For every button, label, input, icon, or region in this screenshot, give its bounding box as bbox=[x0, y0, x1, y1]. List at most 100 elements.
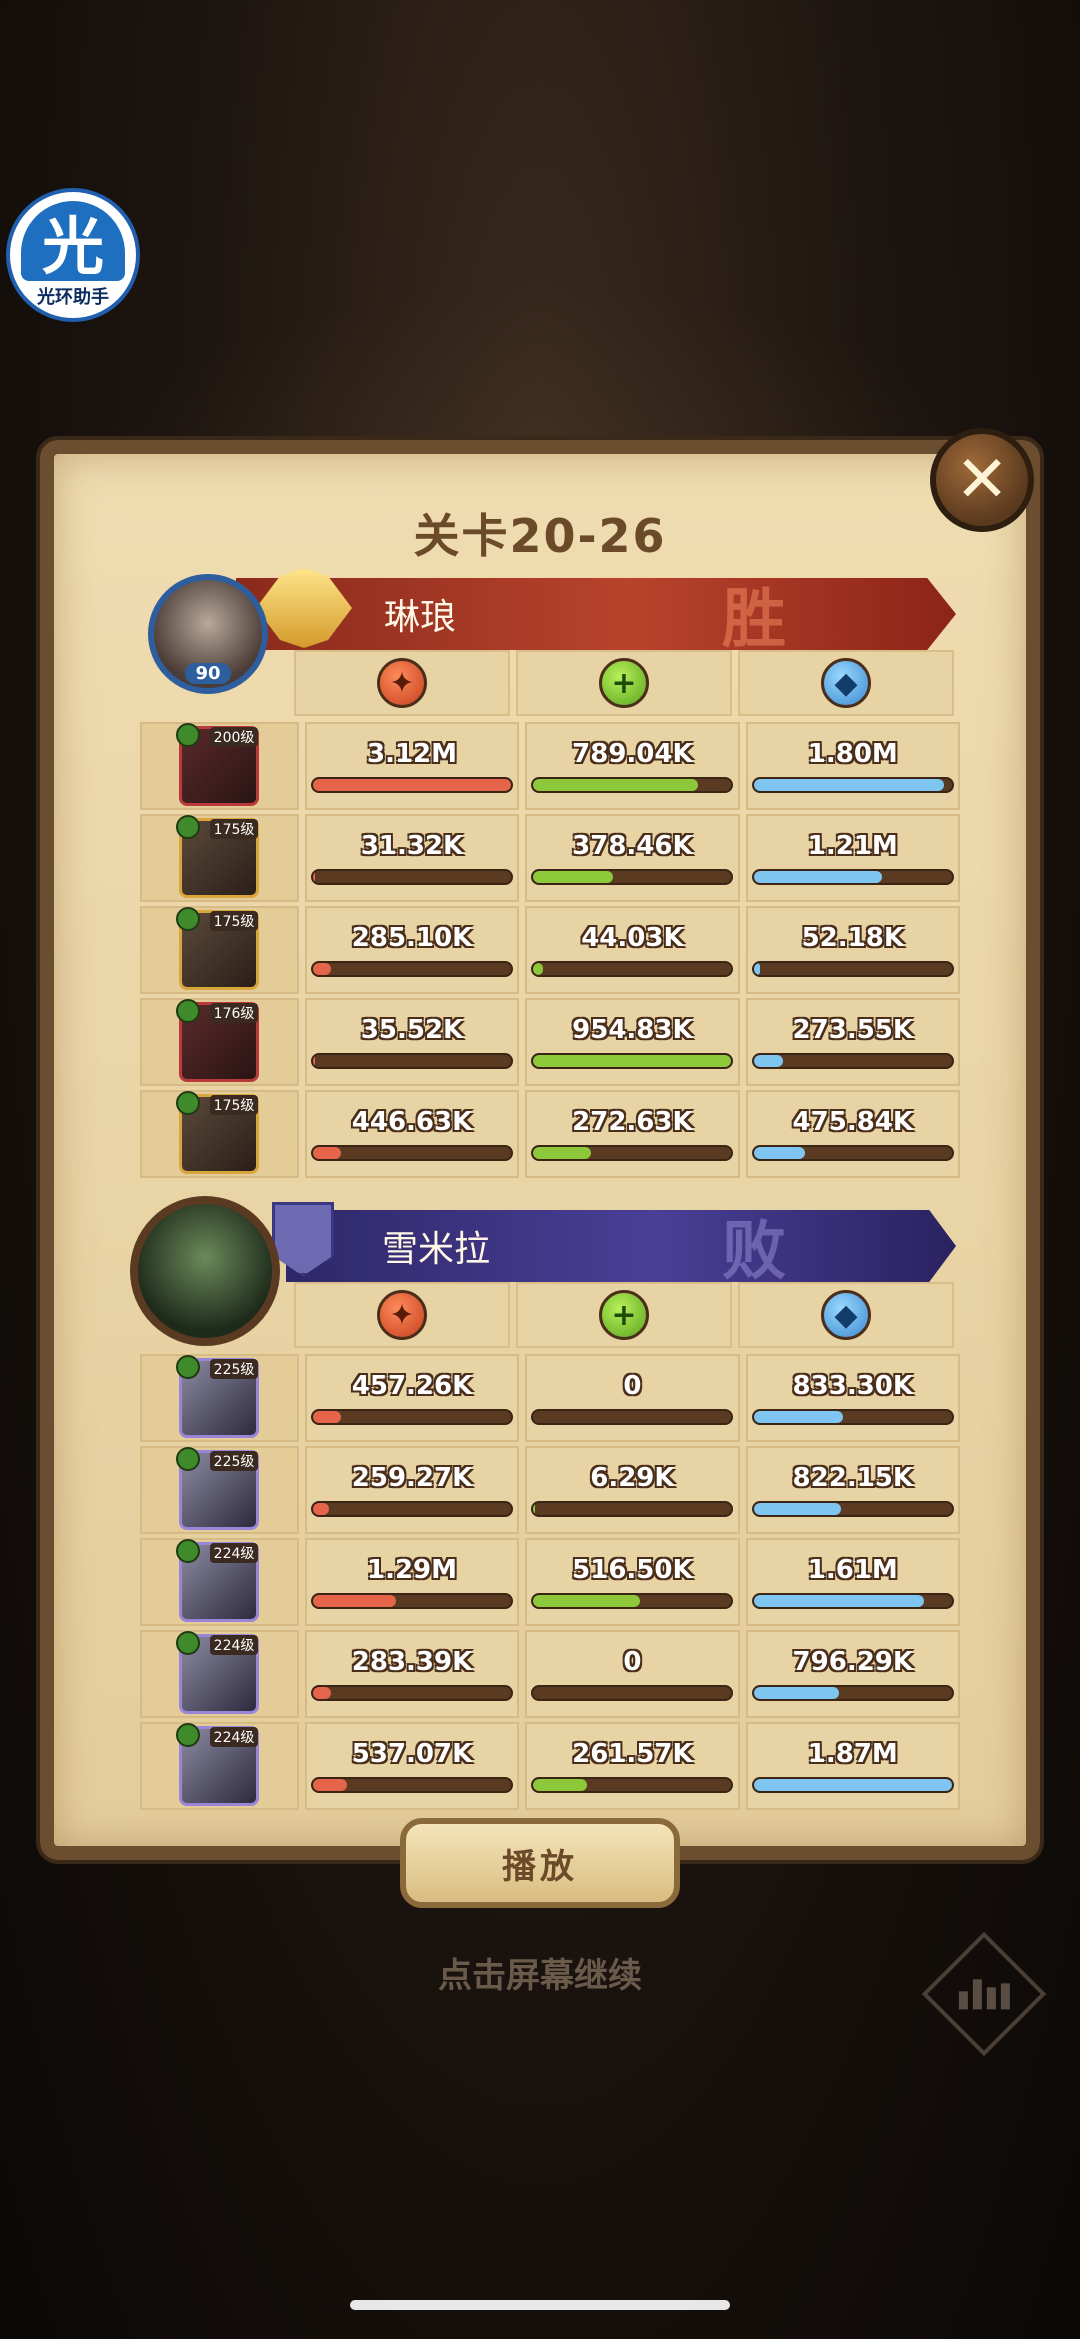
hero-row[interactable]: 200级 3.12M 789.04K 1.80M bbox=[140, 722, 960, 810]
heal-bar-fill bbox=[533, 1595, 641, 1607]
damage-value: 259.27K bbox=[351, 1463, 473, 1493]
faction-icon bbox=[176, 723, 201, 747]
damage-value: 31.32K bbox=[360, 831, 464, 861]
hero-portrait[interactable]: 224级 bbox=[176, 1539, 260, 1622]
defense-stat-cell: 273.55K bbox=[745, 998, 960, 1086]
hero-portrait[interactable]: 175级 bbox=[176, 1091, 260, 1174]
damage-value: 3.12M bbox=[366, 739, 458, 769]
close-button[interactable]: ✕ bbox=[930, 428, 1034, 532]
hero-row[interactable]: 176级 35.52K 954.83K 273.55K bbox=[140, 998, 960, 1086]
hero-portrait[interactable]: 176级 bbox=[176, 999, 260, 1082]
hero-portrait-cell: 200级 bbox=[140, 722, 299, 810]
faction-icon bbox=[176, 1091, 201, 1115]
heal-bar-fill bbox=[533, 1055, 732, 1067]
hero-row[interactable]: 225级 457.26K 0 833.30K bbox=[140, 1354, 960, 1442]
header-damage: ✦ bbox=[294, 650, 510, 716]
defense-stat-cell: 822.15K bbox=[745, 1446, 960, 1534]
defense-bar-fill bbox=[753, 1687, 839, 1699]
damage-stat-cell: 1.29M bbox=[304, 1538, 520, 1626]
heal-bar bbox=[531, 1685, 734, 1701]
damage-bar bbox=[311, 1053, 513, 1069]
heal-value: 261.57K bbox=[572, 1739, 693, 1769]
header-defense: ◆ bbox=[738, 650, 954, 716]
damage-stat-cell: 446.63K bbox=[304, 1090, 520, 1178]
damage-bar bbox=[311, 1501, 513, 1517]
heal-value: 516.50K bbox=[572, 1555, 693, 1585]
header-damage: ✦ bbox=[294, 1282, 510, 1348]
damage-bar bbox=[311, 961, 513, 977]
defense-value: 822.15K bbox=[792, 1463, 914, 1493]
header-defense: ◆ bbox=[738, 1282, 954, 1348]
hero-level: 225级 bbox=[209, 1359, 259, 1379]
heal-bar-fill bbox=[533, 871, 613, 883]
hero-portrait[interactable]: 175级 bbox=[176, 815, 260, 898]
defense-bar bbox=[751, 1501, 954, 1517]
hero-row[interactable]: 224级 537.07K 261.57K 1.87M bbox=[140, 1722, 960, 1810]
damage-bar bbox=[311, 1777, 513, 1793]
watermark-glyph: 光 bbox=[21, 201, 125, 283]
replay-button[interactable]: 播放 bbox=[400, 1818, 680, 1908]
defense-value: 1.87M bbox=[807, 1739, 898, 1769]
damage-stat-cell: 259.27K bbox=[304, 1446, 520, 1534]
damage-bar-fill bbox=[313, 963, 331, 975]
faction-icon bbox=[176, 907, 201, 931]
hero-row[interactable]: 224级 1.29M 516.50K 1.61M bbox=[140, 1538, 960, 1626]
heal-bar-fill bbox=[533, 1779, 587, 1791]
defense-value: 1.21M bbox=[807, 831, 898, 861]
defense-stat-cell: 796.29K bbox=[745, 1630, 960, 1718]
damage-value: 537.07K bbox=[351, 1739, 473, 1769]
heal-bar bbox=[531, 1777, 734, 1793]
header-heal: + bbox=[516, 1282, 732, 1348]
heal-value: 954.83K bbox=[572, 1015, 693, 1045]
watermark-label: 光环助手 bbox=[37, 287, 109, 308]
hero-row[interactable]: 175级 31.32K 378.46K 1.21M bbox=[140, 814, 960, 902]
watermark-logo: 光 光环助手 bbox=[6, 188, 140, 322]
heal-icon: + bbox=[599, 658, 649, 708]
defense-stat-cell: 1.21M bbox=[745, 814, 960, 902]
hero-portrait[interactable]: 224级 bbox=[176, 1723, 260, 1806]
loser-banner: 雪米拉 败 bbox=[286, 1210, 956, 1282]
hero-portrait[interactable]: 200级 bbox=[176, 723, 260, 806]
hero-row[interactable]: 224级 283.39K 0 796.29K bbox=[140, 1630, 960, 1718]
hero-row[interactable]: 175级 285.10K 44.03K 52.18K bbox=[140, 906, 960, 994]
heal-value: 789.04K bbox=[572, 739, 693, 769]
damage-bar-fill bbox=[313, 1779, 347, 1791]
hero-portrait[interactable]: 224级 bbox=[176, 1631, 260, 1714]
defense-value: 273.55K bbox=[792, 1015, 914, 1045]
defense-bar bbox=[751, 1777, 954, 1793]
heal-bar bbox=[531, 1593, 734, 1609]
faction-icon bbox=[176, 1355, 201, 1379]
winner-hero-list: 200级 3.12M 789.04K 1.80M 175级 31.32K 378.46K 1.… bbox=[140, 722, 960, 1182]
defense-bar bbox=[751, 1145, 954, 1161]
hero-row[interactable]: 225级 259.27K 6.29K 822.15K bbox=[140, 1446, 960, 1534]
heal-stat-cell: 0 bbox=[525, 1630, 740, 1718]
hero-row[interactable]: 175级 446.63K 272.63K 475.84K bbox=[140, 1090, 960, 1178]
damage-icon: ✦ bbox=[377, 658, 427, 708]
defense-bar-fill bbox=[753, 871, 883, 883]
damage-value: 285.10K bbox=[351, 923, 473, 953]
defense-value: 833.30K bbox=[792, 1371, 914, 1401]
hero-portrait[interactable]: 175级 bbox=[176, 907, 260, 990]
hero-portrait-cell: 224级 bbox=[140, 1722, 299, 1810]
damage-bar-fill bbox=[313, 1147, 341, 1159]
hero-portrait[interactable]: 225级 bbox=[176, 1447, 260, 1530]
loser-avatar[interactable] bbox=[130, 1196, 280, 1346]
damage-bar-fill bbox=[313, 1055, 315, 1067]
hero-portrait[interactable]: 225级 bbox=[176, 1355, 260, 1438]
home-indicator[interactable] bbox=[350, 2300, 730, 2310]
defense-stat-cell: 1.80M bbox=[745, 722, 960, 810]
damage-stat-cell: 285.10K bbox=[304, 906, 520, 994]
damage-stat-cell: 31.32K bbox=[304, 814, 520, 902]
loser-stat-header: ✦ + ◆ bbox=[294, 1282, 954, 1348]
winner-avatar[interactable]: 90 bbox=[148, 574, 268, 694]
heal-stat-cell: 789.04K bbox=[525, 722, 740, 810]
damage-bar-fill bbox=[313, 1411, 341, 1423]
heal-stat-cell: 0 bbox=[525, 1354, 740, 1442]
defense-value: 796.29K bbox=[792, 1647, 914, 1677]
damage-icon: ✦ bbox=[377, 1290, 427, 1340]
damage-bar-fill bbox=[313, 1595, 397, 1607]
heal-bar bbox=[531, 1053, 734, 1069]
heal-stat-cell: 378.46K bbox=[525, 814, 740, 902]
hero-level: 224级 bbox=[209, 1635, 259, 1655]
tap-to-continue[interactable]: 点击屏幕继续 bbox=[0, 1948, 1080, 1997]
